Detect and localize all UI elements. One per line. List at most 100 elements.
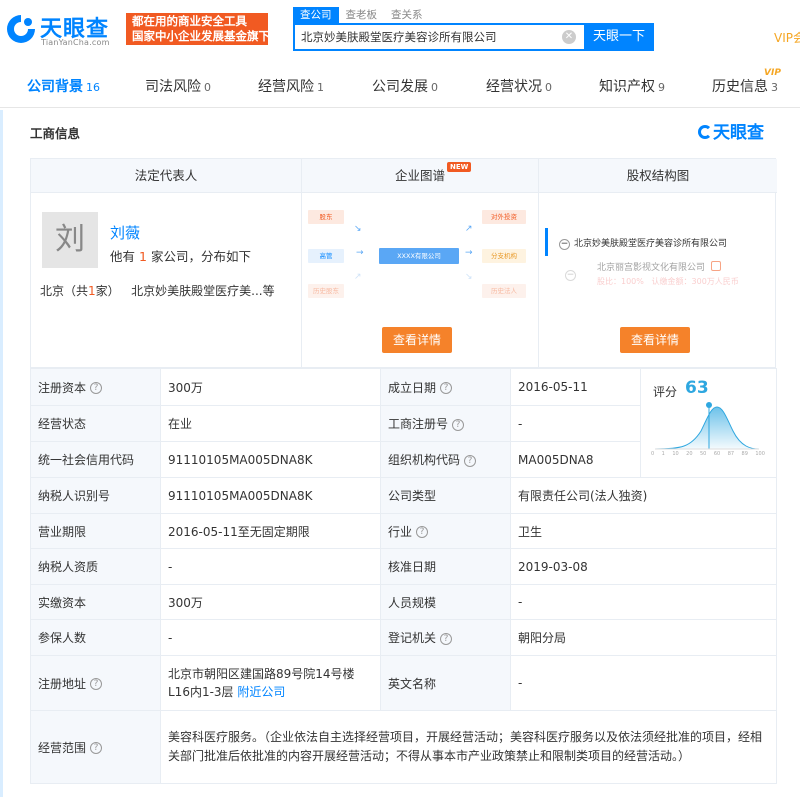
arrow-icon: → xyxy=(465,248,473,258)
brand-logo-text: 天眼查 xyxy=(713,123,764,143)
tab-search-company[interactable]: 查公司 xyxy=(293,7,339,23)
tab-count: 9 xyxy=(658,81,665,94)
graph-detail-button[interactable]: 查看详情 xyxy=(382,327,452,353)
label-status: 经营状态 xyxy=(30,405,161,442)
tab-intellectual-property[interactable]: 知识产权 9 xyxy=(599,76,665,96)
tianyancha-logo-icon xyxy=(7,15,35,43)
table-row: 注册地址? 北京市朝阳区建国路89号院14号楼 L16内1-3层 附近公司 英文名… xyxy=(30,655,777,711)
region-company[interactable]: 北京妙美肤殿堂医疗美...等 xyxy=(131,284,274,298)
equity-amount: 认缴金额：300万人民币 xyxy=(651,277,739,286)
label-industry: 行业? xyxy=(380,513,511,549)
value-founded: 2016-05-11 xyxy=(510,368,641,406)
graph-head-label: 企业图谱 xyxy=(394,168,445,183)
score-value: 63 xyxy=(685,378,709,398)
tab-operation-risk[interactable]: 经营风险 1 xyxy=(258,76,324,96)
tab-company-development[interactable]: 公司发展 0 xyxy=(372,76,438,96)
label-term: 营业期限 xyxy=(30,513,161,549)
equity-head: 股权结构图 xyxy=(539,159,777,193)
table-row: 经营范围? 美容科医疗服务。（企业依法自主选择经营项目，开展经营活动；美容科医疗… xyxy=(30,710,777,784)
graph-node-history-shareholder: 历史股东 xyxy=(308,284,344,298)
equity-accent xyxy=(545,228,548,256)
search-box: ✕ xyxy=(293,23,584,51)
brand-logo-icon xyxy=(698,125,712,139)
vip-badge: VIP xyxy=(764,68,781,78)
arrow-icon: ↘ xyxy=(354,224,362,234)
tab-count: 0 xyxy=(431,81,438,94)
label-credit-code: 统一社会信用代码 xyxy=(30,441,161,478)
graph-node-executive: 高管 xyxy=(308,249,344,263)
arrow-icon: ↗ xyxy=(465,224,473,234)
search-input[interactable] xyxy=(301,25,561,49)
score-ticks: 0 1 10 20 50 60 87 89 100 xyxy=(651,451,765,457)
site-logo[interactable]: 天眼查 TianYanCha.com xyxy=(4,10,122,50)
label-paid-capital: 实缴资本 xyxy=(30,584,161,620)
expand-icon: − xyxy=(565,270,576,281)
slogan-banner[interactable]: 都在用的商业安全工具 国家中小企业发展基金旗下 xyxy=(126,13,270,45)
nearby-companies-link[interactable]: 附近公司 xyxy=(237,685,285,699)
score-curve xyxy=(654,402,760,450)
label-address: 注册地址? xyxy=(30,655,161,711)
tab-legal-risk[interactable]: 司法风险 0 xyxy=(145,76,211,96)
graph-node-history-legal: 历史法人 xyxy=(482,284,526,298)
tab-label: 公司背景 xyxy=(27,79,83,95)
label-reg-no: 工商注册号? xyxy=(380,405,511,442)
value-english-name: - xyxy=(510,655,777,711)
tab-history-info[interactable]: 历史信息 3 xyxy=(712,76,778,96)
brand-logo: 天眼查 xyxy=(698,118,764,143)
equity-detail-button[interactable]: 查看详情 xyxy=(620,327,690,353)
slogan-line-1: 都在用的商业安全工具 xyxy=(132,14,247,28)
label-insured: 参保人数 xyxy=(30,619,161,656)
value-taxpayer-id: 91110105MA005DNA8K xyxy=(160,477,381,514)
vip-link[interactable]: VIP会 xyxy=(774,29,800,46)
help-icon[interactable]: ? xyxy=(440,632,453,645)
tab-label: 公司发展 xyxy=(372,79,428,95)
business-info-table: 注册资本? 300万 成立日期? 2016-05-11 评分 63 0 1 10 20… xyxy=(30,368,777,784)
label-company-type: 公司类型 xyxy=(380,477,511,514)
search-button[interactable]: 天眼一下 xyxy=(584,23,654,51)
help-icon[interactable]: ? xyxy=(90,678,103,690)
value-term: 2016-05-11至无固定期限 xyxy=(160,513,381,549)
tab-company-background[interactable]: 公司背景 16 xyxy=(27,76,100,96)
legal-rep-head: 法定代表人 xyxy=(31,159,301,193)
equity-structure-preview[interactable]: − 北京妙美肤殿堂医疗美容诊所有限公司 − 北京丽宫影视文化有限公司 股比：100… xyxy=(545,228,775,308)
tab-label: 经营风险 xyxy=(258,79,314,95)
value-approval-date: 2019-03-08 xyxy=(510,548,777,585)
legal-rep-name[interactable]: 刘薇 xyxy=(110,222,140,243)
graph-node-branch: 分支机构 xyxy=(482,249,526,263)
enterprise-graph-preview[interactable]: 股东 高管 历史股东 XXXX有限公司 对外投资 分支机构 历史法人 ↘ → ↗… xyxy=(302,204,532,304)
left-accent-bar xyxy=(0,110,3,797)
arrow-icon: ↘ xyxy=(465,272,473,282)
label-scope: 经营范围? xyxy=(30,710,161,784)
score-marker xyxy=(706,402,712,408)
graph-node-investment: 对外投资 xyxy=(482,210,526,224)
help-icon[interactable]: ? xyxy=(90,382,103,394)
avatar[interactable]: 刘 xyxy=(42,212,98,268)
value-staff-size: - xyxy=(510,584,777,620)
graph-node-center: XXXX有限公司 xyxy=(379,248,459,264)
table-row: 注册资本? 300万 成立日期? 2016-05-11 评分 63 0 1 10 20… xyxy=(30,368,777,478)
help-icon[interactable]: ? xyxy=(464,454,477,467)
tab-search-relation[interactable]: 查关系 xyxy=(384,7,430,23)
help-icon[interactable]: ? xyxy=(416,526,429,538)
value-paid-capital: 300万 xyxy=(160,584,381,620)
tab-business-status[interactable]: 经营状况 0 xyxy=(486,76,552,96)
value-reg-no: - xyxy=(510,405,641,442)
label-english-name: 英文名称 xyxy=(380,655,511,711)
value-taxpayer-qual: - xyxy=(160,548,381,585)
equity-root-name: 北京妙美肤殿堂医疗美容诊所有限公司 xyxy=(574,239,728,249)
tab-search-boss[interactable]: 查老板 xyxy=(339,7,385,23)
equity-root-company: − 北京妙美肤殿堂医疗美容诊所有限公司 xyxy=(559,236,727,250)
score-cell[interactable]: 评分 63 0 1 10 20 50 60 87 89 100 xyxy=(640,368,777,478)
arrow-icon: ↗ xyxy=(354,272,362,282)
tab-count: 1 xyxy=(317,81,324,94)
company-nav-tabs: 公司背景 16 司法风险 0 经营风险 1 公司发展 0 经营状况 0 知识产权 9 历史信… xyxy=(0,64,800,108)
section-title: 工商信息 xyxy=(30,126,81,141)
value-reg-capital: 300万 xyxy=(160,368,381,406)
help-icon[interactable]: ? xyxy=(90,742,103,754)
table-row: 实缴资本 300万 人员规模 - xyxy=(30,584,777,620)
tab-count: 0 xyxy=(204,81,211,94)
clear-icon[interactable]: ✕ xyxy=(562,30,576,44)
region-post: 家） xyxy=(95,284,120,298)
help-icon[interactable]: ? xyxy=(452,418,465,431)
help-icon[interactable]: ? xyxy=(440,382,453,394)
